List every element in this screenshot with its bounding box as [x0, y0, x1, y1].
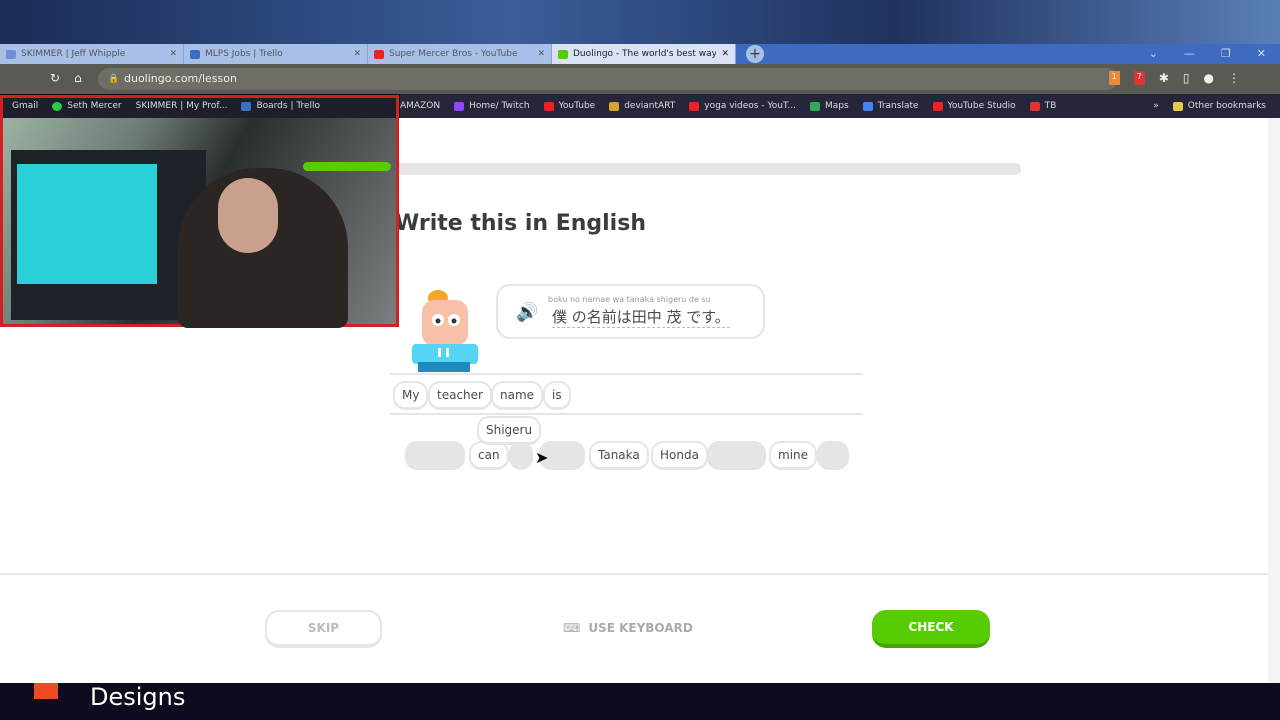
extension-badge[interactable]: 1 [1108, 71, 1120, 85]
lock-icon: 🔒 [108, 74, 120, 84]
home-icon[interactable]: ⌂ [74, 71, 82, 85]
close-tab-icon[interactable]: ✕ [721, 49, 729, 59]
tab-title: Duolingo - The world's best way [573, 49, 717, 59]
page-title: Write this in English [395, 211, 646, 236]
mouse-cursor-icon: ➤ [535, 448, 549, 467]
scrollbar[interactable] [1268, 118, 1280, 683]
url-input[interactable]: 🔒duolingo.com/lesson ⤓⇪☆ [98, 68, 1118, 107]
bookmark[interactable]: Translate [862, 101, 919, 111]
answer-token[interactable]: name [491, 381, 544, 410]
extensions-puzzle-icon[interactable]: ✱ [1159, 71, 1169, 85]
word-bank-token[interactable]: mine [769, 441, 818, 470]
youtube-studio-icon [932, 101, 943, 111]
answer-token[interactable]: My [393, 381, 429, 410]
folder-icon [1172, 101, 1183, 111]
tb-icon [1029, 101, 1040, 111]
webcam-monitor [11, 150, 206, 320]
bookmark[interactable]: Boards | Trello [241, 101, 320, 111]
bookmark[interactable]: YouTube Studio [932, 101, 1016, 111]
footer-divider [0, 573, 1268, 575]
furigana: boku no namae wa tanaka shigeru de su [548, 295, 711, 304]
bookmark[interactable]: Maps [809, 101, 849, 111]
skip-button[interactable]: SKIP [265, 610, 382, 648]
used-token-slot [817, 441, 849, 470]
tab-duolingo[interactable]: Duolingo - The world's best way ✕ [552, 44, 736, 64]
bookmark[interactable]: SKIMMER | My Prof... [136, 101, 228, 111]
bookmark[interactable]: AMAZON [400, 101, 440, 111]
webcam-overlay [0, 95, 399, 328]
bookmark[interactable]: Gmail [12, 101, 38, 111]
close-tab-icon[interactable]: ✕ [353, 49, 361, 59]
stream-footer-text: Designs [90, 683, 186, 711]
tab-search-icon[interactable]: ⌄ [1149, 44, 1158, 64]
bookmarks-bar: Gmail Seth Mercer SKIMMER | My Prof... B… [0, 94, 1280, 118]
url-text: duolingo.com/lesson [124, 72, 237, 85]
more-bookmarks-icon[interactable]: » [1153, 101, 1159, 111]
new-tab-button[interactable]: + [746, 45, 764, 63]
bookmark[interactable]: TB [1029, 101, 1056, 111]
extension-badge[interactable]: 7 [1133, 71, 1145, 85]
used-token-slot [707, 441, 766, 470]
tab-favicon-icon [6, 49, 16, 59]
trello-icon [190, 49, 200, 59]
sidepanel-icon[interactable]: ▯ [1183, 71, 1190, 85]
tab-bar: SKIMMER | Jeff Whipple ✕ MLPS Jobs | Trel… [0, 44, 1280, 64]
close-tab-icon[interactable]: ✕ [169, 49, 177, 59]
close-tab-icon[interactable]: ✕ [537, 49, 545, 59]
lesson-progress-bar [395, 163, 1021, 175]
used-token-slot [405, 441, 465, 470]
seth-mercer-icon [52, 101, 63, 111]
trello-icon [241, 101, 252, 111]
word-bank-token[interactable]: Honda [651, 441, 708, 470]
menu-icon[interactable]: ⋮ [1228, 71, 1240, 85]
deviantart-icon [609, 101, 620, 111]
bookmark[interactable]: Home/ Twitch [454, 101, 530, 111]
restore-button[interactable]: ❐ [1221, 44, 1231, 64]
prompt-sentence[interactable]: 僕 の名前は田中 茂 です。 [552, 306, 730, 328]
tab-skimmer[interactable]: SKIMMER | Jeff Whipple ✕ [0, 44, 184, 64]
tab-title: MLPS Jobs | Trello [205, 49, 283, 59]
tab-youtube[interactable]: Super Mercer Bros - YouTube ✕ [368, 44, 552, 64]
translate-icon [862, 101, 873, 111]
close-window-button[interactable]: ✕ [1257, 44, 1266, 64]
reload-icon[interactable]: ↻ [50, 71, 60, 85]
address-bar-row: ↻⌂ 🔒duolingo.com/lesson ⤓⇪☆ 17✱▯●⋮ [0, 64, 1280, 107]
answer-line [390, 373, 863, 375]
webcam-face [218, 178, 278, 253]
minimize-button[interactable]: — [1184, 44, 1195, 64]
keyboard-icon: ⌨ [563, 621, 581, 635]
tab-trello[interactable]: MLPS Jobs | Trello ✕ [184, 44, 368, 64]
check-button[interactable]: CHECK [872, 610, 990, 648]
stream-logo-icon [34, 683, 58, 699]
other-bookmarks[interactable]: Other bookmarks [1172, 101, 1266, 111]
desktop-background [0, 0, 1280, 44]
speaker-icon[interactable]: 🔊 [516, 302, 538, 323]
speech-bubble: 🔊 boku no namae wa tanaka shigeru de su … [496, 284, 765, 339]
youtube-icon [374, 49, 384, 59]
answer-token[interactable]: teacher [428, 381, 492, 410]
answer-token[interactable]: is [543, 381, 571, 410]
word-bank-token[interactable]: Tanaka [589, 441, 649, 470]
twitch-icon [454, 101, 465, 111]
youtube-icon [689, 101, 700, 111]
bookmark[interactable]: Seth Mercer [52, 101, 122, 111]
tab-title: SKIMMER | Jeff Whipple [21, 49, 126, 59]
duolingo-icon [558, 49, 568, 59]
profile-avatar[interactable]: ● [1204, 71, 1214, 85]
character-illustration-icon [412, 290, 478, 372]
tab-title: Super Mercer Bros - YouTube [389, 49, 518, 59]
word-bank-token[interactable]: can [469, 441, 509, 470]
use-keyboard-button[interactable]: ⌨ USE KEYBOARD [563, 621, 693, 635]
webcam-progress-glimpse [303, 162, 391, 171]
used-token-slot [509, 441, 533, 470]
maps-icon [809, 101, 820, 111]
bookmark[interactable]: deviantART [609, 101, 675, 111]
youtube-icon [543, 101, 554, 111]
dragging-token[interactable]: Shigeru [477, 416, 542, 445]
bookmark[interactable]: yoga videos - YouT... [689, 101, 796, 111]
bookmark[interactable]: YouTube [543, 101, 595, 111]
answer-line [390, 413, 863, 415]
